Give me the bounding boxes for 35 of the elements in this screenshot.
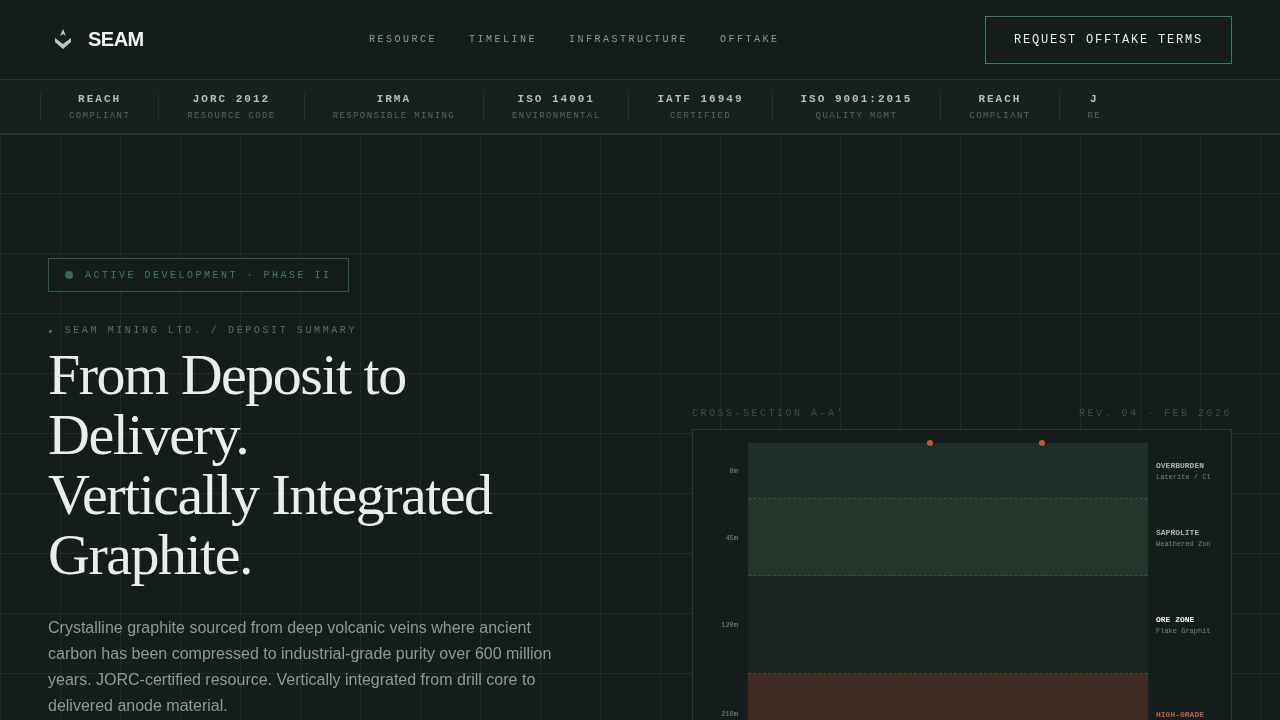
- certification-subtitle: COMPLIANT: [69, 110, 131, 121]
- certification-subtitle: RE: [1087, 110, 1102, 121]
- certification-subtitle: RESOURCE CODE: [187, 110, 276, 121]
- certification-subtitle: COMPLIANT: [969, 110, 1031, 121]
- drill-hole-icon: [1039, 440, 1045, 446]
- certification-title: IRMA: [376, 92, 412, 105]
- certification-subtitle: ENVIRONMENTAL: [512, 110, 601, 121]
- certification-subtitle: QUALITY MGMT: [815, 110, 898, 121]
- request-terms-button[interactable]: REQUEST OFFTAKE TERMS: [985, 15, 1232, 64]
- drill-hole-icon: [927, 440, 933, 446]
- certification-title: ISO 14001: [517, 92, 595, 105]
- layer-name: OVERBURDEN: [1156, 461, 1204, 470]
- description: Crystalline graphite sourced from deep volcanic veins where ancient carbon has been compressed to industrial-grade purity over 600 million years. JORC-certified resource. Vertically integrated from drill core to delivered anode material.: [48, 618, 553, 716]
- layer-name: HIGH-GRADE: [1156, 709, 1204, 719]
- certification-subtitle: CERTIFIED: [669, 110, 732, 121]
- certification-title: IATF 16949: [657, 92, 744, 105]
- nav-link[interactable]: RESOURCE: [369, 34, 437, 45]
- certification-title: JORC 2012: [192, 92, 271, 105]
- status-text: ACTIVE DEVELOPMENT · PHASE II: [85, 269, 332, 281]
- layer-name: SAPROLITE: [1156, 527, 1200, 537]
- breadcrumb-marker: ▸: [48, 325, 57, 337]
- layer-name: ORE ZONE: [1156, 615, 1195, 624]
- headline: From Deposit to Delivery. Vertically Integrated Graphite.: [48, 345, 494, 585]
- certification-title: ISO 9001:2015: [800, 92, 913, 105]
- breadcrumb: SEAM MINING LTD. / DEPOSIT SUMMARY: [64, 325, 358, 337]
- nav-link[interactable]: TIMELINE: [469, 34, 538, 45]
- certification-title: REACH: [78, 92, 122, 105]
- status-dot-icon: [65, 271, 73, 279]
- certification-title: J: [1090, 92, 1099, 105]
- logo-icon: [52, 27, 74, 52]
- brand-name: SEAM: [88, 28, 144, 51]
- nav-link[interactable]: OFFTAKE: [720, 34, 780, 45]
- certification-title: REACH: [978, 92, 1022, 105]
- certification-subtitle: RESPONSIBLE MINING: [332, 110, 456, 121]
- nav-link[interactable]: INFRASTRUCTURE: [569, 34, 689, 45]
